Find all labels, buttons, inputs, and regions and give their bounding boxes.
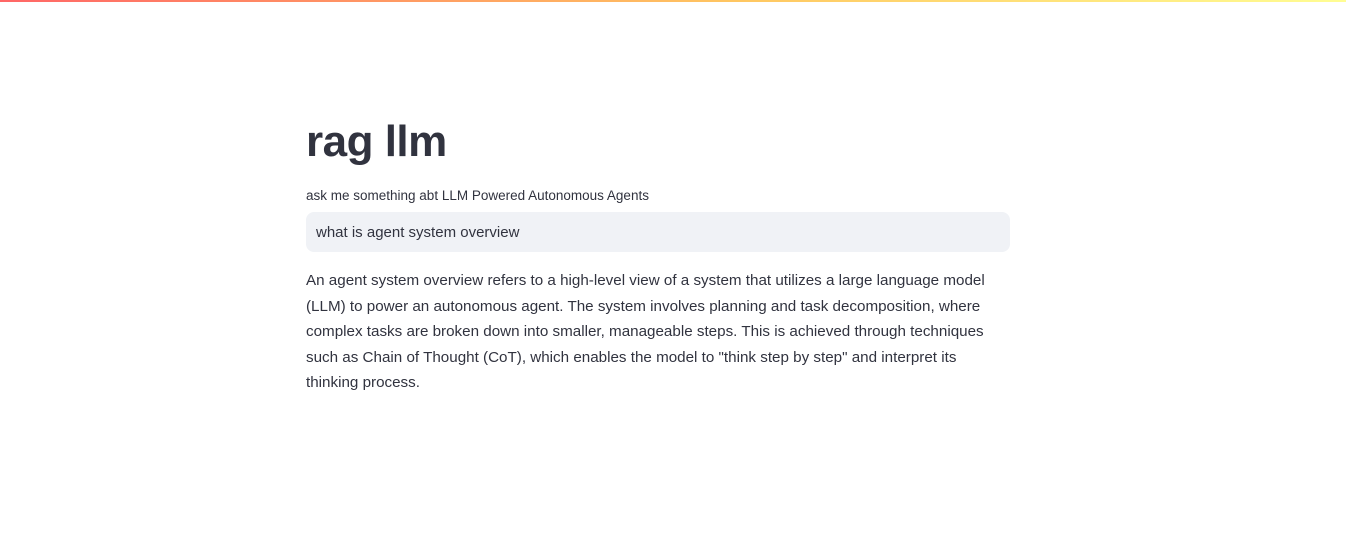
page-title: rag llm [306,117,447,166]
header-decoration-bar [0,0,1346,2]
query-input-label: ask me something abt LLM Powered Autonom… [306,188,649,203]
query-input[interactable] [306,212,1010,252]
answer-text: An agent system overview refers to a hig… [306,272,985,392]
